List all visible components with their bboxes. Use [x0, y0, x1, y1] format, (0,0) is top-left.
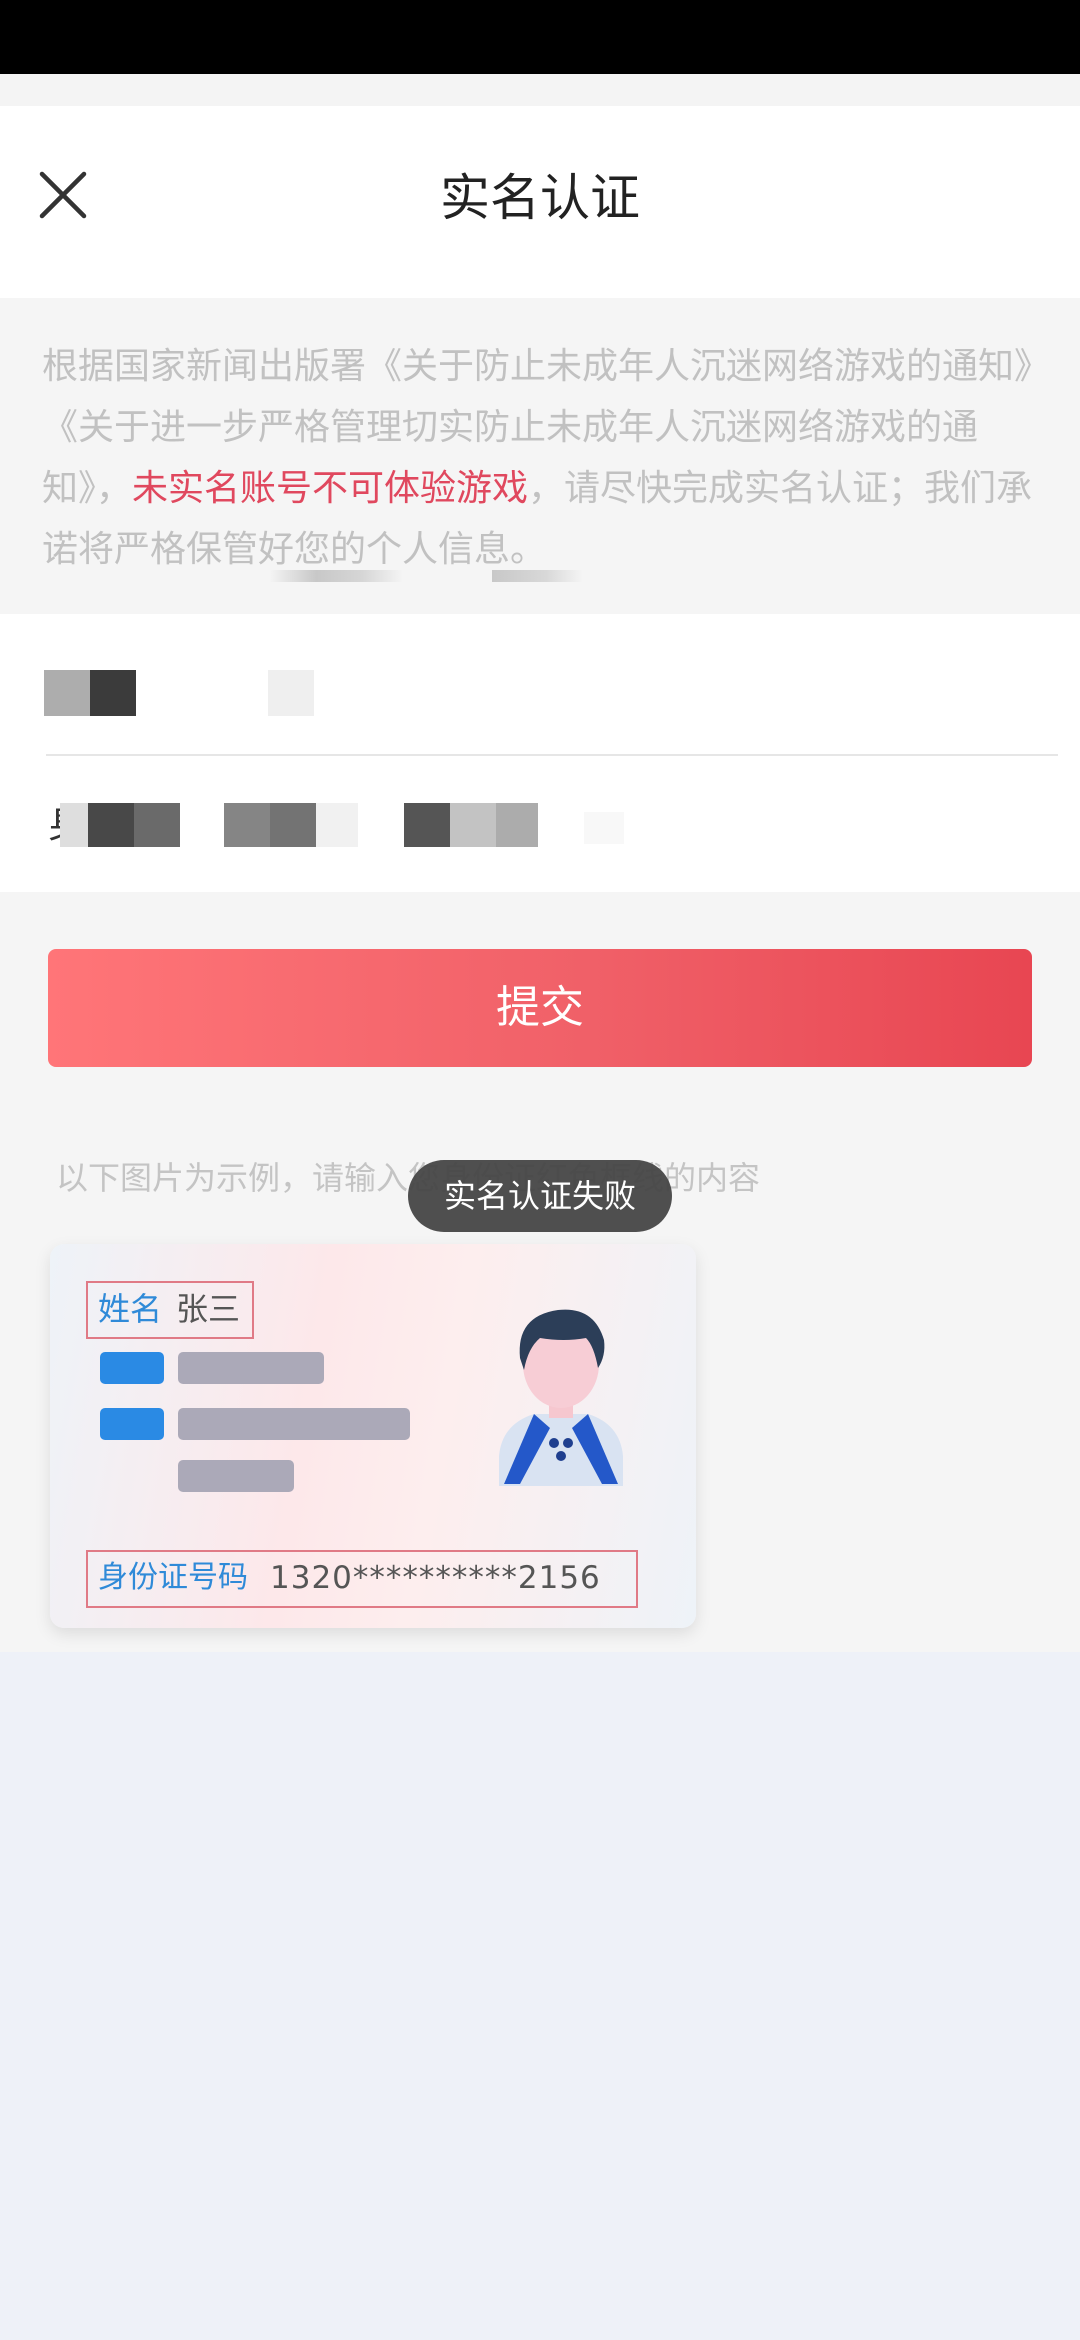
example-idnum-value: 1320**********2156: [270, 1560, 601, 1596]
id-input-redacted: [450, 803, 496, 847]
example-chip: [100, 1408, 164, 1440]
id-input-redacted: [584, 812, 624, 844]
redaction-block: [270, 570, 402, 582]
top-spacer: [0, 74, 1080, 106]
field-divider: [46, 754, 1058, 756]
id-input-redacted: [224, 803, 270, 847]
id-input-redacted: [404, 803, 450, 847]
example-name-value: 张三: [176, 1290, 241, 1328]
id-label-redacted: [60, 803, 88, 847]
example-idnum-label: 身份证号码: [98, 1560, 248, 1595]
example-placeholder-bar: [178, 1408, 410, 1440]
example-placeholder-bar: [178, 1352, 324, 1384]
id-label-redacted: [88, 803, 134, 847]
toast-message: 实名认证失败: [408, 1160, 672, 1232]
example-name-label: 姓名: [98, 1290, 163, 1328]
redaction-block: [492, 570, 582, 582]
notice-text: 根据国家新闻出版署《关于防止未成年人沉迷网络游戏的通知》《关于进一步严格管理切实…: [42, 336, 1042, 580]
submit-button[interactable]: 提交: [48, 949, 1032, 1067]
name-label-redacted: [90, 670, 136, 716]
name-label-redacted: [44, 670, 90, 716]
status-bar: [0, 0, 1080, 74]
id-input-redacted: [496, 803, 538, 847]
name-input[interactable]: [330, 662, 1030, 722]
page-title: 实名认证: [440, 169, 640, 227]
avatar-icon: [499, 1309, 623, 1486]
example-chip: [100, 1352, 164, 1384]
id-input-redacted: [270, 803, 316, 847]
notice-warning: 未实名账号不可体验游戏: [132, 468, 529, 509]
id-input-redacted: [316, 803, 358, 847]
id-label-redacted: [134, 803, 180, 847]
name-label-redacted: [268, 670, 314, 716]
example-placeholder-bar: [178, 1460, 294, 1492]
id-number-input[interactable]: [640, 795, 1040, 855]
